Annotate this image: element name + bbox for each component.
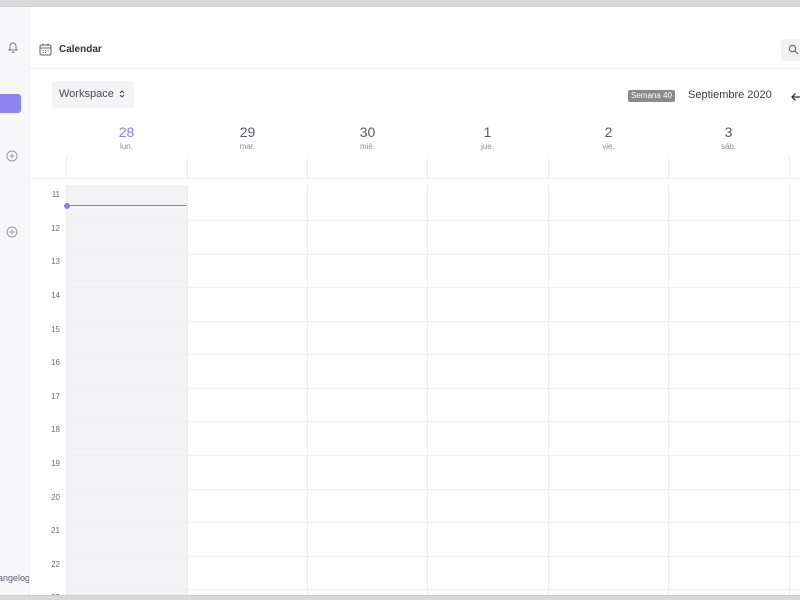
weekday-label: mar. bbox=[239, 142, 256, 151]
week-badge: Semana 40 bbox=[628, 90, 675, 102]
month-label: Septiembre 2020 bbox=[688, 89, 772, 101]
hour-label: 11 bbox=[51, 190, 60, 199]
weekday-label: lun. bbox=[120, 142, 133, 151]
sidebar: Changelog bbox=[0, 7, 30, 595]
column-divider bbox=[789, 157, 790, 179]
hour-line bbox=[67, 321, 800, 322]
today-column bbox=[67, 185, 187, 595]
hour-line bbox=[67, 489, 800, 490]
calendar-grid[interactable]: 11 12 13 14 15 16 17 18 19 20 21 22 23 bbox=[30, 178, 800, 595]
day-number: 30 bbox=[359, 124, 376, 140]
hour-label: 21 bbox=[51, 526, 60, 535]
column-divider bbox=[427, 157, 428, 179]
column-line bbox=[187, 185, 188, 595]
hour-label: 17 bbox=[51, 392, 60, 401]
hour-label: 15 bbox=[51, 325, 60, 334]
column-line bbox=[548, 185, 549, 595]
hour-label: 18 bbox=[51, 425, 60, 434]
hour-line bbox=[67, 220, 800, 221]
hour-label: 23 bbox=[30, 593, 60, 595]
day-number: 1 bbox=[483, 124, 492, 140]
day-number: 2 bbox=[604, 124, 613, 140]
plus-circle-icon[interactable] bbox=[6, 226, 18, 238]
day-header-mon[interactable]: 28 lun. bbox=[66, 124, 187, 151]
hour-line bbox=[67, 421, 800, 422]
hour-label: 19 bbox=[51, 459, 60, 468]
hour-line bbox=[67, 254, 800, 255]
current-time-line bbox=[67, 205, 187, 206]
workspace-select[interactable]: Workspace bbox=[52, 81, 134, 108]
day-number: 3 bbox=[724, 124, 733, 140]
hour-line bbox=[67, 388, 800, 389]
weekday-label: mié. bbox=[359, 142, 376, 151]
column-divider bbox=[668, 157, 669, 179]
hour-line bbox=[67, 287, 800, 288]
hour-line bbox=[67, 354, 800, 355]
hour-line bbox=[67, 522, 800, 523]
current-time-dot bbox=[64, 203, 70, 209]
workspace-select-label: Workspace bbox=[59, 88, 114, 100]
day-number: 29 bbox=[239, 124, 256, 140]
day-header-fri[interactable]: 2 vie. bbox=[548, 124, 669, 151]
changelog-link[interactable]: Changelog bbox=[0, 573, 29, 583]
column-divider bbox=[307, 157, 308, 179]
hour-line bbox=[67, 455, 800, 456]
calendar-icon bbox=[39, 43, 52, 56]
new-item-button[interactable] bbox=[0, 94, 21, 113]
hour-line bbox=[67, 589, 800, 590]
hour-label: 16 bbox=[51, 358, 60, 367]
column-line bbox=[668, 185, 669, 595]
bell-icon[interactable] bbox=[6, 40, 20, 54]
plus-circle-icon[interactable] bbox=[6, 150, 18, 162]
search-icon bbox=[788, 44, 799, 55]
caret-updown-icon bbox=[119, 90, 125, 98]
app-window: Changelog Calendar Workspace Semana 40 S… bbox=[0, 6, 800, 596]
hour-label: 14 bbox=[51, 291, 60, 300]
column-line bbox=[427, 185, 428, 595]
hour-label: 13 bbox=[51, 257, 60, 266]
hour-label: 20 bbox=[51, 493, 60, 502]
day-header-sat[interactable]: 3 sáb. bbox=[668, 124, 789, 151]
weekday-label: jue. bbox=[481, 142, 494, 151]
hour-label: 22 bbox=[51, 560, 60, 569]
page-title: Calendar bbox=[59, 44, 102, 55]
day-number: 28 bbox=[118, 124, 135, 140]
weekday-label: vie. bbox=[602, 142, 615, 151]
column-line bbox=[789, 185, 790, 595]
top-bar: Calendar bbox=[30, 7, 800, 69]
column-line bbox=[307, 185, 308, 595]
day-header-tue[interactable]: 29 mar. bbox=[187, 124, 308, 151]
arrow-left-icon[interactable] bbox=[790, 91, 800, 103]
column-line bbox=[66, 185, 67, 595]
column-divider bbox=[66, 157, 67, 179]
column-divider bbox=[187, 157, 188, 179]
search-button[interactable] bbox=[781, 39, 800, 61]
day-header-thu[interactable]: 1 jue. bbox=[427, 124, 548, 151]
weekday-label: sáb. bbox=[720, 142, 737, 151]
day-header-wed[interactable]: 30 mié. bbox=[307, 124, 428, 151]
hour-label: 12 bbox=[51, 224, 60, 233]
column-divider bbox=[548, 157, 549, 179]
hour-line bbox=[67, 556, 800, 557]
